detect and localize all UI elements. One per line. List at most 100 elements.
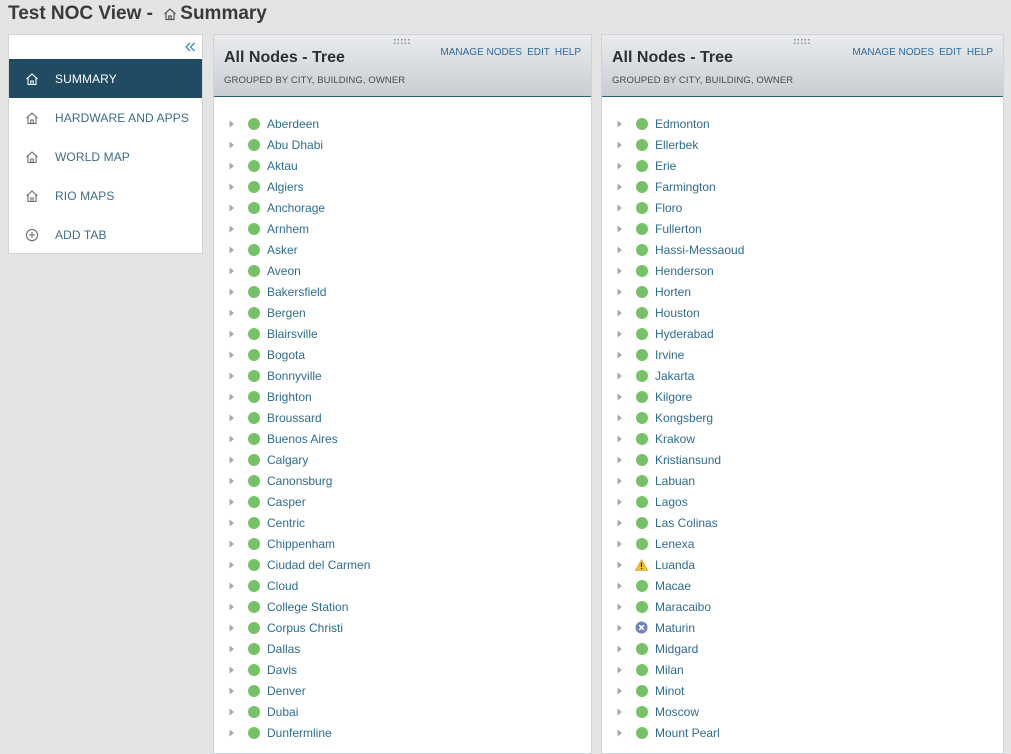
tree-node-label[interactable]: Dunfermline <box>267 726 332 740</box>
tree-node-label[interactable]: Horten <box>655 285 691 299</box>
tree-node-label[interactable]: Arnhem <box>267 222 309 236</box>
tree-node[interactable]: Lenexa <box>602 533 1003 554</box>
expand-arrow-icon[interactable] <box>228 246 236 254</box>
tree-node-label[interactable]: Aktau <box>267 159 298 173</box>
expand-arrow-icon[interactable] <box>228 288 236 296</box>
expand-arrow-icon[interactable] <box>616 456 624 464</box>
expand-arrow-icon[interactable] <box>616 141 624 149</box>
tree-node[interactable]: Calgary <box>214 449 591 470</box>
tree-node[interactable]: Hassi-Messaoud <box>602 239 1003 260</box>
tree-node-label[interactable]: College Station <box>267 600 348 614</box>
expand-arrow-icon[interactable] <box>228 729 236 737</box>
tree-node[interactable]: Bakersfield <box>214 281 591 302</box>
tree-node-label[interactable]: Aberdeen <box>267 117 319 131</box>
tree-node[interactable]: Canonsburg <box>214 470 591 491</box>
tree-node[interactable]: Henderson <box>602 260 1003 281</box>
expand-arrow-icon[interactable] <box>228 540 236 548</box>
tree-node[interactable]: Centric <box>214 512 591 533</box>
tree-node[interactable]: Bogota <box>214 344 591 365</box>
tree-node-label[interactable]: Blairsville <box>267 327 318 341</box>
tree-node[interactable]: Farmington <box>602 176 1003 197</box>
expand-arrow-icon[interactable] <box>616 519 624 527</box>
tree-node-label[interactable]: Kongsberg <box>655 411 713 425</box>
tree-node[interactable]: Irvine <box>602 344 1003 365</box>
expand-arrow-icon[interactable] <box>228 120 236 128</box>
tree-node-label[interactable]: Lenexa <box>655 537 694 551</box>
manage-nodes-link[interactable]: MANAGE NODES <box>440 47 522 58</box>
expand-arrow-icon[interactable] <box>228 498 236 506</box>
tree-node-label[interactable]: Erie <box>655 159 676 173</box>
tree-node[interactable]: Aberdeen <box>214 113 591 134</box>
tree-node[interactable]: Aktau <box>214 155 591 176</box>
expand-arrow-icon[interactable] <box>228 225 236 233</box>
expand-arrow-icon[interactable] <box>228 708 236 716</box>
tree-node[interactable]: Arnhem <box>214 218 591 239</box>
tree-node[interactable]: Lagos <box>602 491 1003 512</box>
drag-handle-icon[interactable] <box>393 39 413 45</box>
expand-arrow-icon[interactable] <box>616 687 624 695</box>
expand-arrow-icon[interactable] <box>616 708 624 716</box>
tree-node-label[interactable]: Maracaibo <box>655 600 711 614</box>
expand-arrow-icon[interactable] <box>616 288 624 296</box>
expand-arrow-icon[interactable] <box>616 267 624 275</box>
tree-node-label[interactable]: Ciudad del Carmen <box>267 558 370 572</box>
expand-arrow-icon[interactable] <box>616 435 624 443</box>
expand-arrow-icon[interactable] <box>616 477 624 485</box>
tree-node[interactable]: Anchorage <box>214 197 591 218</box>
tree-node[interactable]: Luanda <box>602 554 1003 575</box>
tree-node[interactable]: Dunfermline <box>214 722 591 743</box>
tree-node-label[interactable]: Houston <box>655 306 700 320</box>
tree-node-label[interactable]: Kilgore <box>655 390 692 404</box>
tree-node-label[interactable]: Aveon <box>267 264 301 278</box>
tree-node[interactable]: Dallas <box>214 638 591 659</box>
tree-node-label[interactable]: Corpus Christi <box>267 621 343 635</box>
expand-arrow-icon[interactable] <box>228 183 236 191</box>
tree-node[interactable]: Denver <box>214 680 591 701</box>
expand-arrow-icon[interactable] <box>616 183 624 191</box>
tree-node[interactable]: Bergen <box>214 302 591 323</box>
tree-node[interactable]: Davis <box>214 659 591 680</box>
tree-node-label[interactable]: Mount Pearl <box>655 726 720 740</box>
tree-node-label[interactable]: Jakarta <box>655 369 694 383</box>
tree-node-label[interactable]: Krakow <box>655 432 695 446</box>
tree-node[interactable]: Floro <box>602 197 1003 218</box>
expand-arrow-icon[interactable] <box>616 729 624 737</box>
expand-arrow-icon[interactable] <box>616 309 624 317</box>
tree-node-label[interactable]: Minot <box>655 684 684 698</box>
sidebar-item-rio-maps[interactable]: RIO MAPS <box>9 176 202 215</box>
tree-node-label[interactable]: Milan <box>655 663 684 677</box>
expand-arrow-icon[interactable] <box>228 414 236 422</box>
tree-node[interactable]: Houston <box>602 302 1003 323</box>
tree-node[interactable]: Dubai <box>214 701 591 722</box>
expand-arrow-icon[interactable] <box>616 645 624 653</box>
tree-node[interactable]: Buenos Aires <box>214 428 591 449</box>
tree-node-label[interactable]: Canonsburg <box>267 474 332 488</box>
expand-arrow-icon[interactable] <box>616 393 624 401</box>
tree-node[interactable]: Hyderabad <box>602 323 1003 344</box>
tree-node-label[interactable]: Macae <box>655 579 691 593</box>
drag-handle-icon[interactable] <box>793 39 813 45</box>
tree-node[interactable]: Las Colinas <box>602 512 1003 533</box>
expand-arrow-icon[interactable] <box>228 435 236 443</box>
expand-arrow-icon[interactable] <box>616 603 624 611</box>
tree-node[interactable]: Blairsville <box>214 323 591 344</box>
tree-node[interactable]: Minot <box>602 680 1003 701</box>
tree-node[interactable]: Midgard <box>602 638 1003 659</box>
expand-arrow-icon[interactable] <box>616 162 624 170</box>
tree-node[interactable]: Horten <box>602 281 1003 302</box>
tree-node[interactable]: Aveon <box>214 260 591 281</box>
tree-node-label[interactable]: Calgary <box>267 453 308 467</box>
sidebar-item-world-map[interactable]: WORLD MAP <box>9 137 202 176</box>
tree-node-label[interactable]: Buenos Aires <box>267 432 338 446</box>
tree-node-label[interactable]: Fullerton <box>655 222 702 236</box>
tree-node[interactable]: Moscow <box>602 701 1003 722</box>
expand-arrow-icon[interactable] <box>228 603 236 611</box>
tree-node[interactable]: Chippenham <box>214 533 591 554</box>
expand-arrow-icon[interactable] <box>228 351 236 359</box>
expand-arrow-icon[interactable] <box>228 309 236 317</box>
expand-arrow-icon[interactable] <box>616 540 624 548</box>
tree-node-label[interactable]: Bonnyville <box>267 369 322 383</box>
expand-arrow-icon[interactable] <box>228 687 236 695</box>
tree-node[interactable]: Bonnyville <box>214 365 591 386</box>
tree-node-label[interactable]: Moscow <box>655 705 699 719</box>
